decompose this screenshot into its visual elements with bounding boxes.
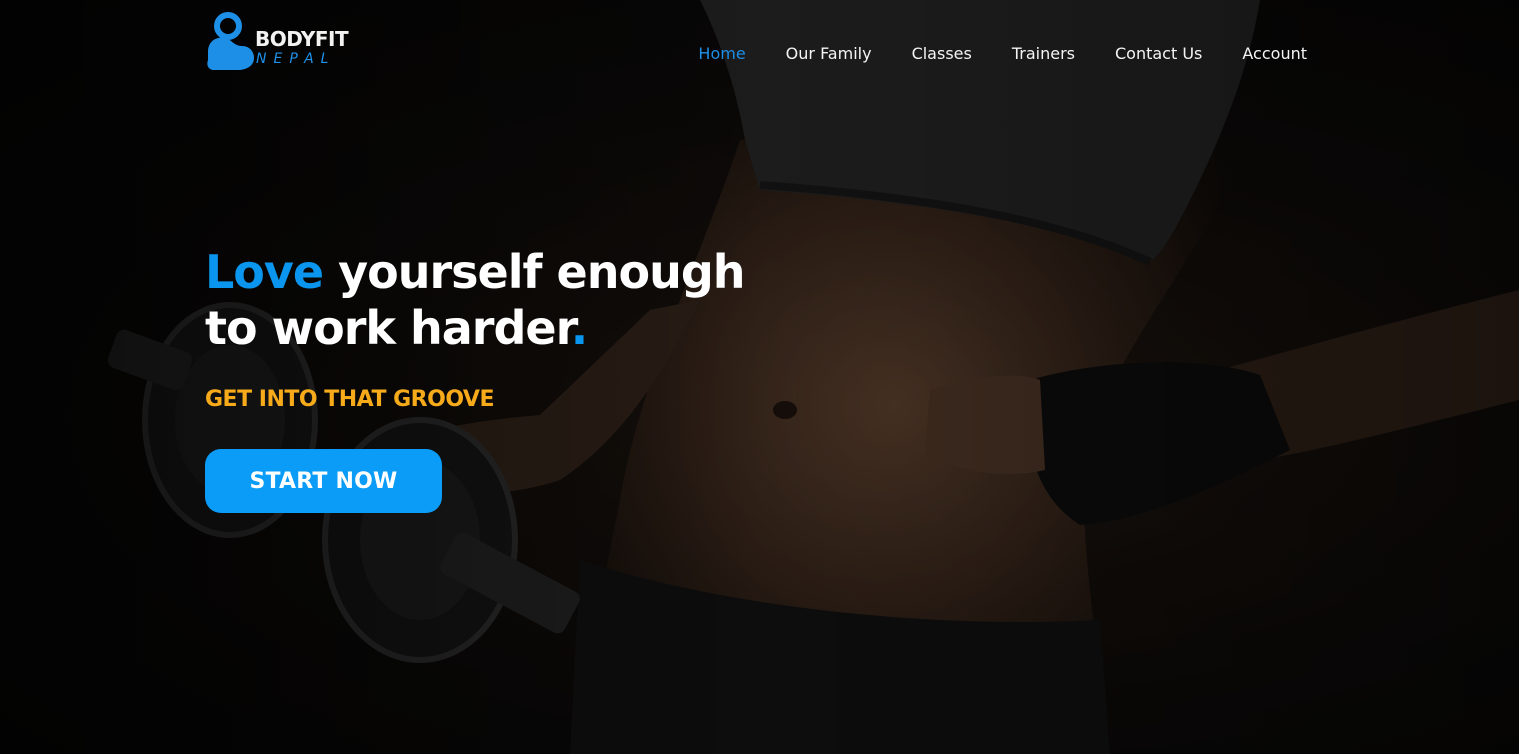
flexed-arm-icon [207,12,254,70]
nav-link-account[interactable]: Account [1242,44,1307,64]
headline-line1-rest: yourself enough [323,245,745,299]
start-now-button[interactable]: START NOW [205,449,442,513]
headline-period: . [570,301,589,355]
main-navigation: Home Our Family Classes Trainers Contact… [698,44,1307,64]
hero-subheading: GET INTO THAT GROOVE [205,387,495,412]
brand-logo[interactable]: BODYFIT NEPAL [204,12,356,70]
hero-headline: Love yourself enough to work harder. [205,244,746,356]
nav-link-our-family[interactable]: Our Family [786,44,872,64]
headline-highlight: Love [205,245,324,299]
nav-link-home[interactable]: Home [698,44,745,64]
headline-line2: to work harder [205,301,572,355]
nav-link-classes[interactable]: Classes [912,44,972,64]
hero-background-image [0,0,1519,754]
logo-wordmark-top: BODYFIT [255,27,349,51]
logo-wordmark-bottom: NEPAL [256,51,336,67]
hero-section: BODYFIT NEPAL Home Our Family Classes Tr… [0,0,1519,754]
nav-link-contact-us[interactable]: Contact Us [1115,44,1202,64]
nav-link-trainers[interactable]: Trainers [1012,44,1075,64]
